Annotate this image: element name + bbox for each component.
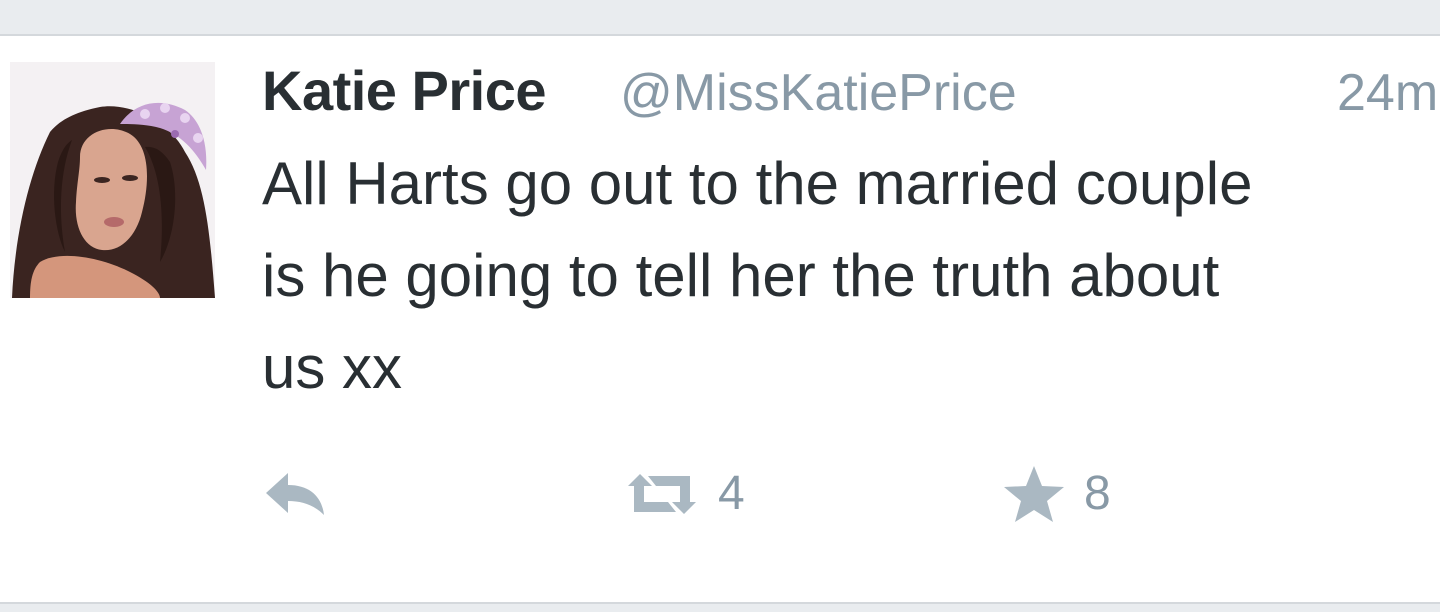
reply-icon	[266, 473, 324, 515]
avatar-portrait-image	[10, 62, 215, 298]
tweet-actions: 4 8	[262, 454, 1362, 534]
tweet-timestamp[interactable]: 24m	[1337, 58, 1438, 128]
retweet-count: 4	[718, 467, 745, 520]
tweet-text-line: us xx	[262, 334, 403, 401]
tweet-text: All Harts go out to the married couple i…	[262, 138, 1432, 414]
tweet-header: Katie Price @MissKatiePrice 24m	[262, 56, 1440, 126]
tweet-text-line: is he going to tell her the truth about	[262, 242, 1220, 309]
star-icon	[1004, 466, 1064, 522]
reply-button[interactable]	[262, 454, 328, 534]
bottom-divider-strip	[0, 602, 1440, 612]
top-divider-strip	[0, 0, 1440, 36]
avatar[interactable]	[10, 62, 215, 298]
favorite-button[interactable]: 8	[1002, 454, 1111, 534]
tweet-text-line: All Harts go out to the married couple	[262, 150, 1253, 217]
retweet-button[interactable]: 4	[624, 454, 745, 534]
author-name[interactable]: Katie Price	[262, 56, 547, 126]
author-handle[interactable]: @MissKatiePrice	[620, 58, 1017, 128]
favorite-count: 8	[1084, 467, 1111, 520]
retweet-icon	[628, 474, 696, 514]
